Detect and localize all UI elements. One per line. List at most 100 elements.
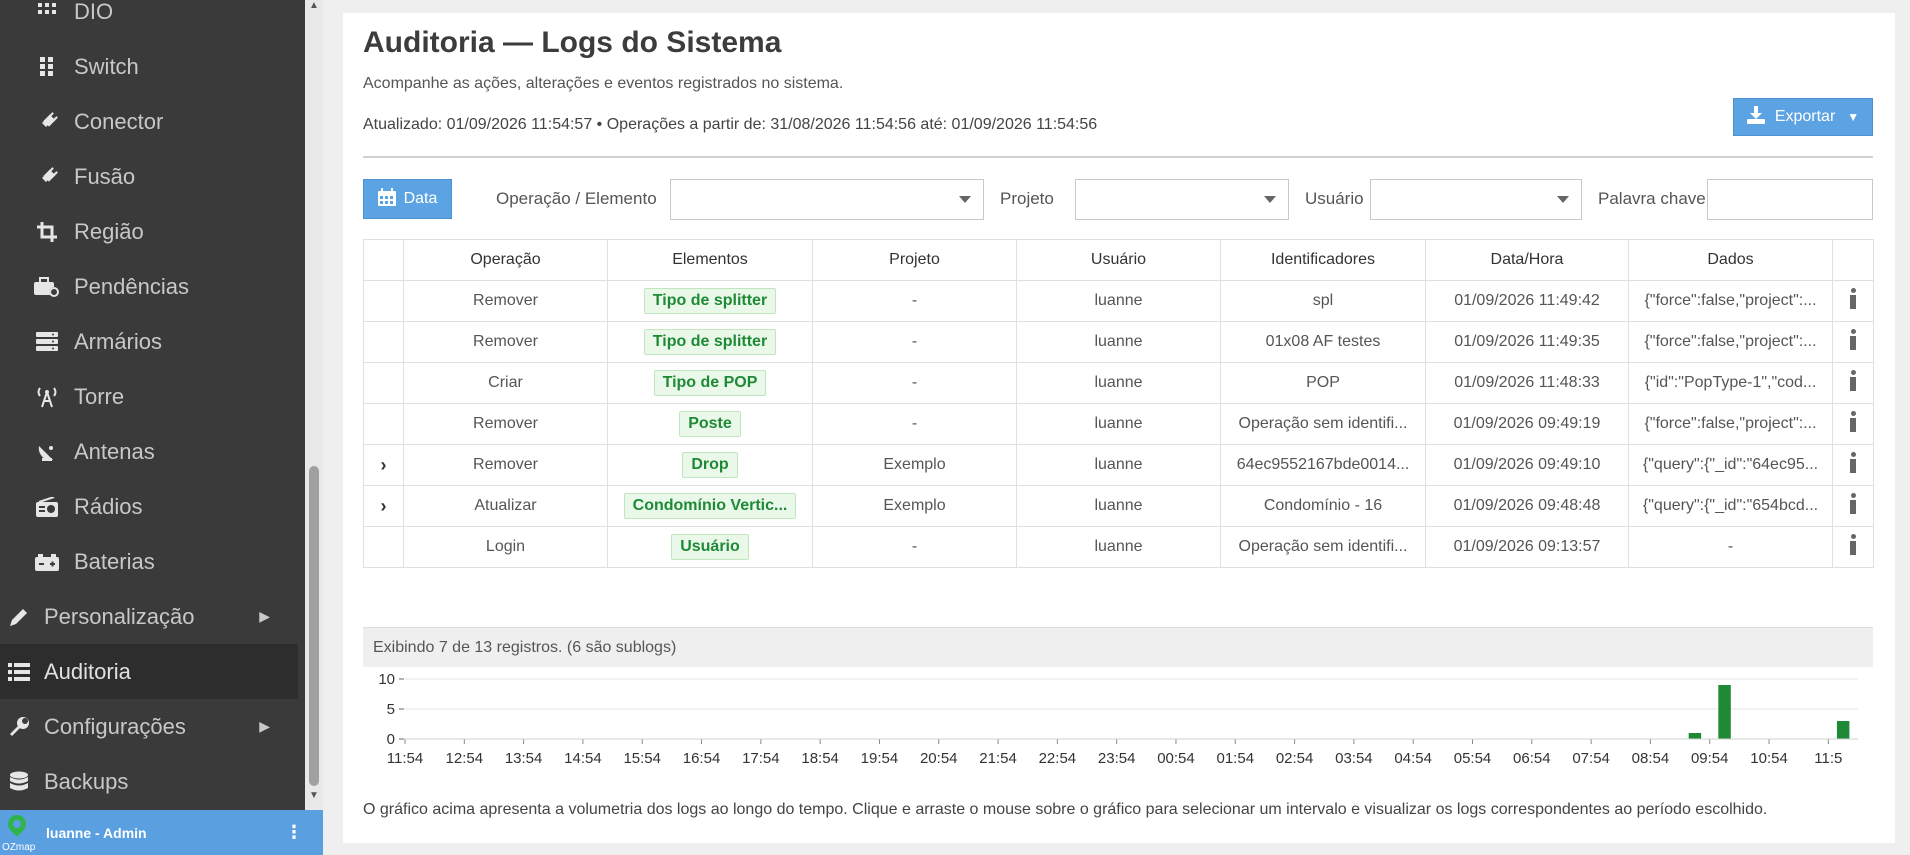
- dropdown-arrow-icon: [959, 196, 971, 203]
- column-header[interactable]: Data/Hora: [1425, 239, 1629, 281]
- main-panel: Auditoria — Logs do Sistema Acompanhe as…: [343, 13, 1895, 843]
- cell-usuario: luanne: [1016, 280, 1221, 322]
- table-row[interactable]: › Remover Drop Exemplo luanne 64ec955216…: [363, 444, 1874, 486]
- info-icon[interactable]: [1849, 410, 1857, 433]
- expand-toggle[interactable]: [363, 403, 404, 445]
- sidebar-item-label: Torre: [74, 383, 125, 409]
- column-header[interactable]: Operação: [403, 239, 608, 281]
- date-filter-button[interactable]: Data: [363, 179, 452, 219]
- sidebar-item-fusao[interactable]: Fusão: [0, 149, 298, 204]
- cell-usuario: luanne: [1016, 321, 1221, 363]
- kebab-menu-icon[interactable]: ⋮: [285, 822, 303, 843]
- chart-xtick-label: 09:54: [1691, 750, 1729, 767]
- sidebar-scrollbar[interactable]: ▲ ▼: [305, 0, 323, 810]
- sidebar-item-pendencias[interactable]: Pendências: [0, 259, 298, 314]
- scroll-up-icon[interactable]: ▲: [309, 0, 319, 11]
- sidebar-item-baterias[interactable]: Baterias: [0, 534, 298, 589]
- expand-toggle[interactable]: ›: [363, 444, 404, 486]
- sidebar-item-regiao[interactable]: Região: [0, 204, 298, 259]
- column-header[interactable]: Usuário: [1016, 239, 1221, 281]
- info-icon[interactable]: [1849, 492, 1857, 515]
- expand-toggle[interactable]: [363, 362, 404, 404]
- cell-elemento: Drop: [607, 444, 813, 486]
- dropdown-arrow-icon: ▼: [1847, 110, 1860, 124]
- table-row[interactable]: Criar Tipo de POP - luanne POP 01/09/202…: [363, 362, 1874, 404]
- crop-icon: [34, 219, 60, 245]
- sidebar-item-label: Baterias: [74, 548, 155, 574]
- expand-toggle[interactable]: ›: [363, 485, 404, 527]
- sidebar-menu: DIO Switch Conector Fusão Região Pendênc…: [0, 0, 298, 809]
- toolbox-icon: [34, 274, 60, 300]
- cell-identificador: 64ec9552167bde0014...: [1220, 444, 1426, 486]
- record-count-bar: Exibindo 7 de 13 registros. (6 são sublo…: [363, 627, 1873, 667]
- column-header[interactable]: Dados: [1628, 239, 1833, 281]
- cell-elemento: Tipo de splitter: [607, 321, 813, 363]
- sidebar-item-configuracoes[interactable]: Configurações ▶: [0, 699, 298, 754]
- cell-elemento: Tipo de splitter: [607, 280, 813, 322]
- sidebar-item-label: Conector: [74, 108, 164, 134]
- keyword-input[interactable]: [1707, 179, 1873, 220]
- sidebar-item-personalizacao[interactable]: Personalização ▶: [0, 589, 298, 644]
- info-icon[interactable]: [1849, 369, 1857, 392]
- cell-usuario: luanne: [1016, 362, 1221, 404]
- battery-icon: [34, 549, 60, 575]
- column-header[interactable]: Identificadores: [1220, 239, 1426, 281]
- chart-xtick-label: 03:54: [1335, 750, 1373, 767]
- table-row[interactable]: Remover Poste - luanne Operação sem iden…: [363, 403, 1874, 445]
- scroll-down-icon[interactable]: ▼: [309, 790, 319, 801]
- project-select[interactable]: [1075, 179, 1289, 220]
- column-header[interactable]: Elementos: [607, 239, 813, 281]
- info-icon[interactable]: [1849, 328, 1857, 351]
- cell-dados: {"query":{"_id":"64ec95...: [1628, 444, 1833, 486]
- export-button[interactable]: Exportar ▼: [1733, 98, 1873, 136]
- sidebar-item-dio[interactable]: DIO: [0, 0, 298, 39]
- cell-actions: [1832, 362, 1874, 404]
- sidebar-item-backups[interactable]: Backups: [0, 754, 298, 809]
- list-icon: [6, 659, 32, 685]
- sidebar-item-label: Pendências: [74, 273, 189, 299]
- plug-icon: [34, 164, 60, 190]
- ozmap-logo: OZmap: [2, 810, 40, 855]
- info-icon[interactable]: [1849, 533, 1857, 556]
- chart-ytick-label: 0: [387, 731, 395, 748]
- user-bar[interactable]: OZmap luanne - Admin ⋮: [0, 810, 323, 855]
- cell-identificador: Operação sem identifi...: [1220, 526, 1426, 568]
- sidebar-item-label: Personalização: [44, 603, 195, 629]
- info-icon[interactable]: [1849, 287, 1857, 310]
- expand-toggle[interactable]: [363, 280, 404, 322]
- cell-datahora: 01/09/2026 09:49:19: [1425, 403, 1629, 445]
- sidebar-item-auditoria[interactable]: Auditoria: [0, 644, 298, 699]
- cell-actions: [1832, 403, 1874, 445]
- cell-elemento: Condomínio Vertic...: [607, 485, 813, 527]
- table-row[interactable]: › Atualizar Condomínio Vertic... Exemplo…: [363, 485, 1874, 527]
- table-row[interactable]: Login Usuário - luanne Operação sem iden…: [363, 526, 1874, 568]
- cell-identificador: POP: [1220, 362, 1426, 404]
- sidebar-item-radios[interactable]: Rádios: [0, 479, 298, 534]
- table-row[interactable]: Remover Tipo de splitter - luanne 01x08 …: [363, 321, 1874, 363]
- cell-datahora: 01/09/2026 09:49:10: [1425, 444, 1629, 486]
- chart-xtick-label: 19:54: [861, 750, 899, 767]
- cell-operacao: Login: [403, 526, 608, 568]
- user-select[interactable]: [1370, 179, 1582, 220]
- expand-toggle[interactable]: [363, 526, 404, 568]
- chart-xtick-label: 15:54: [623, 750, 661, 767]
- cell-actions: [1832, 485, 1874, 527]
- sidebar-item-switch[interactable]: Switch: [0, 39, 298, 94]
- chart-xtick-label: 16:54: [683, 750, 721, 767]
- column-header[interactable]: Projeto: [812, 239, 1017, 281]
- table-row[interactable]: Remover Tipo de splitter - luanne spl 01…: [363, 280, 1874, 322]
- scrollbar-thumb[interactable]: [309, 466, 319, 786]
- chart-bar: [1688, 733, 1702, 739]
- expand-toggle[interactable]: [363, 321, 404, 363]
- cell-identificador: 01x08 AF testes: [1220, 321, 1426, 363]
- log-volume-chart[interactable]: 0 5 10 11:54 12:54 13:54 14:54 15:54 16:54 17:54 1…: [363, 671, 1873, 801]
- info-icon[interactable]: [1849, 451, 1857, 474]
- cell-operacao: Criar: [403, 362, 608, 404]
- operation-select[interactable]: [670, 179, 984, 220]
- sidebar-item-armarios[interactable]: Armários: [0, 314, 298, 369]
- chart-xtick-label: 06:54: [1513, 750, 1551, 767]
- sidebar-item-torre[interactable]: Torre: [0, 369, 298, 424]
- sidebar-item-conector[interactable]: Conector: [0, 94, 298, 149]
- page-subtitle: Acompanhe as ações, alterações e eventos…: [363, 75, 844, 92]
- sidebar-item-antenas[interactable]: Antenas: [0, 424, 298, 479]
